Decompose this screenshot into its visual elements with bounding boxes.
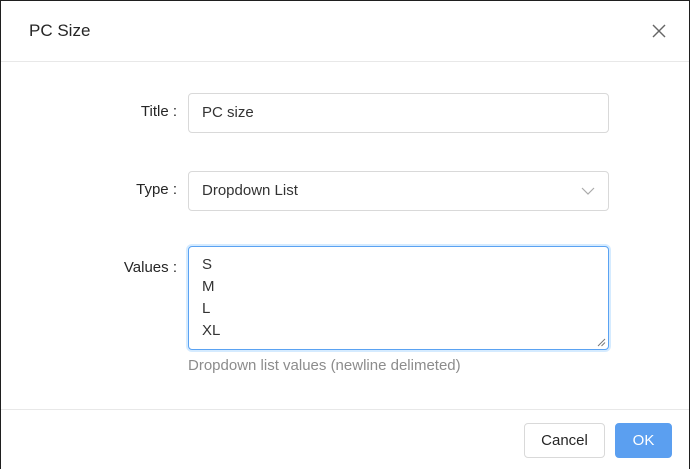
modal-dialog: PC Size Title : PC size Type : Dropdown …	[0, 0, 690, 469]
close-button[interactable]	[649, 21, 669, 41]
type-label: Type :	[136, 180, 177, 200]
type-label-text: Type	[136, 181, 169, 198]
title-label: Title :	[141, 102, 177, 122]
title-label-text: Title	[140, 103, 169, 120]
title-input[interactable]: PC size	[188, 93, 609, 133]
modal-header: PC Size	[1, 1, 689, 62]
values-textarea[interactable]: S M L XL	[188, 246, 609, 350]
resize-handle-icon[interactable]	[597, 338, 606, 347]
type-select-value: Dropdown List	[202, 182, 298, 199]
close-icon	[652, 24, 666, 38]
ok-button[interactable]: OK	[615, 423, 672, 458]
chevron-down-icon	[581, 187, 595, 195]
title-input-value: PC size	[202, 104, 254, 121]
dialog-title: PC Size	[29, 21, 91, 40]
values-label-text: Values	[123, 259, 169, 276]
values-label-colon: :	[172, 259, 177, 276]
title-label-colon: :	[172, 103, 177, 120]
cancel-button[interactable]: Cancel	[524, 423, 605, 458]
type-label-colon: :	[172, 181, 177, 198]
values-line: XL	[202, 322, 221, 339]
values-line: M	[202, 278, 215, 295]
values-help-text: Dropdown list values (newline delimeted)	[188, 357, 461, 374]
values-line: S	[202, 256, 213, 273]
values-line: L	[202, 300, 211, 317]
type-select[interactable]: Dropdown List	[188, 171, 609, 211]
modal-footer: Cancel OK	[1, 409, 689, 470]
values-label: Values :	[124, 258, 177, 278]
